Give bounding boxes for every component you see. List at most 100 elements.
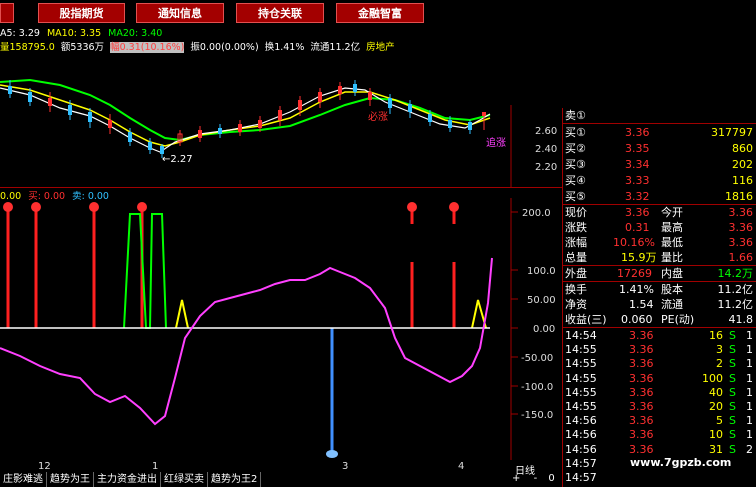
turnover-value: 1.41%	[619, 283, 654, 296]
change-label: 涨跌	[565, 221, 587, 234]
turnover-label: 换手	[565, 283, 587, 296]
tick-time: 14:55	[565, 371, 597, 385]
tick-row: 14:54 3.36 16 S 1	[563, 329, 756, 343]
pct-value: 10.16%	[613, 236, 655, 249]
buy-annotation: 必涨	[368, 110, 388, 123]
bottom-tab-bar: 庄影难逃 趋势为王 主力资金进出 红绿买卖 趋势为王2	[0, 472, 562, 487]
tick-time: 14:55	[565, 357, 597, 371]
tab-holdings[interactable]: 持仓关联	[236, 3, 324, 23]
buy2-volume: 860	[732, 142, 753, 155]
buy5-price: 3.32	[625, 190, 650, 203]
tick-side: S	[729, 442, 736, 456]
tick-volume: 31	[709, 442, 723, 456]
high-value: 3.36	[728, 221, 754, 234]
buy-row-2[interactable]: 买② 3.35 860	[563, 141, 756, 157]
ind-tick-2: 100.0	[527, 266, 556, 277]
buy5-volume: 1816	[725, 190, 753, 203]
tab-finance[interactable]: 金融智富	[336, 3, 424, 23]
x-tick-mar: 3	[342, 461, 349, 472]
tick-side: S	[729, 329, 736, 342]
change-value: 0.31	[625, 221, 650, 234]
zoom-out-button[interactable]: -	[534, 473, 538, 484]
inner-label: 内盘	[661, 267, 683, 280]
buy5-label: 买⑤	[565, 190, 586, 203]
buy2-label: 买②	[565, 142, 586, 155]
yellow-spikes	[175, 299, 189, 329]
tick-price: 3.36	[629, 400, 654, 413]
sell1-row: 卖①	[563, 108, 756, 124]
oscillator-line	[0, 257, 493, 426]
tick-count: 1	[746, 385, 753, 399]
tick-price: 3.36	[629, 428, 654, 442]
tick-price: 3.36	[629, 329, 654, 342]
buy-row-4[interactable]: 买④ 3.33 116	[563, 173, 756, 189]
tab-index-futures[interactable]: 股指期货	[38, 3, 125, 23]
candle-area: ←2.27 必涨 追涨	[0, 78, 506, 165]
tick-side: S	[729, 371, 736, 385]
tick-count: 1	[746, 414, 753, 428]
pe-label: PE(动)	[661, 313, 695, 326]
tab-partial[interactable]	[0, 3, 14, 23]
tick-volume: 16	[709, 329, 723, 342]
tick-side: S	[729, 357, 736, 371]
tick-row: 14:56 3.36 5 S 1	[563, 414, 756, 428]
stats-row-1: 换手 1.41% 股本 11.2亿	[563, 282, 756, 298]
stats-row-2: 净资 1.54 流通 11.2亿	[563, 297, 756, 313]
tick-side: S	[729, 428, 736, 442]
zoom-controls: + - 0	[512, 473, 555, 484]
tab-red-green[interactable]: 红绿买卖	[161, 472, 208, 487]
sell1-label: 卖①	[565, 109, 586, 122]
net-asset-label: 净资	[565, 298, 587, 311]
tick-row: 14:55 3.36 2 S 1	[563, 357, 756, 371]
ind-tick-7: -150.0	[521, 410, 553, 421]
price-tick-3: 2.20	[535, 162, 557, 173]
x-axis: 12 1 3 4	[0, 461, 510, 472]
tab-trend-king[interactable]: 趋势为王	[47, 472, 94, 487]
buy3-label: 买③	[565, 158, 586, 171]
pe-value: 41.8	[728, 313, 754, 326]
buy1-label: 买①	[565, 126, 586, 139]
tab-notices[interactable]: 通知信息	[136, 3, 224, 23]
tick-volume: 100	[702, 371, 723, 385]
tick-time: 14:57	[565, 456, 597, 470]
pct-label: 涨幅	[565, 236, 587, 249]
net-asset-value: 1.54	[629, 298, 654, 311]
tick-count: 1	[746, 400, 753, 413]
ind-tick-5: -50.00	[521, 353, 553, 364]
tick-count: 1	[746, 329, 753, 342]
quote-panel: 卖① 买① 3.36 317797 买② 3.35 860 买③ 3.34 20…	[562, 108, 756, 487]
outer-value: 17269	[617, 267, 652, 280]
low-label: 最低	[661, 236, 683, 249]
outer-inner-row: 外盘 17269 内盘 14.2万	[563, 266, 756, 282]
high-label: 最高	[661, 221, 683, 234]
tick-volume: 10	[709, 428, 723, 442]
tick-count: 1	[746, 357, 753, 371]
tab-trend-king-2[interactable]: 趋势为王2	[208, 472, 262, 487]
buy-row-5[interactable]: 买⑤ 3.32 1816	[563, 189, 756, 205]
tab-main-funds[interactable]: 主力资金进出	[94, 472, 161, 487]
tick-volume: 40	[709, 385, 723, 399]
float-shares-label: 流通	[661, 298, 683, 311]
tick-count: 1	[746, 428, 753, 442]
tick-count: 1	[746, 343, 753, 357]
zoom-in-button[interactable]: +	[512, 473, 520, 484]
open-value: 3.36	[728, 206, 754, 219]
watermark: www.7gpzb.com	[630, 456, 732, 469]
zoom-reset-button[interactable]: 0	[548, 473, 554, 484]
tick-side: S	[729, 414, 736, 428]
tick-time: 14:55	[565, 385, 597, 399]
ma20-label: MA20: 3.40	[108, 28, 163, 39]
x-tick-apr: 4	[458, 461, 465, 472]
ind-axis-ticks: 200.0 100.0 50.00 0.00 -50.00 -100.0 -15…	[511, 208, 556, 421]
tick-row: 14:56 3.36 31 S 2	[563, 443, 756, 457]
tick-time: 14:56	[565, 442, 597, 456]
tab-zhuangying[interactable]: 庄影难逃	[0, 472, 47, 487]
stats-row-3: 收益(三) 0.060 PE(动) 41.8	[563, 312, 756, 328]
buy-row-3[interactable]: 买③ 3.34 202	[563, 157, 756, 173]
buy-row-1[interactable]: 买① 3.36 317797	[563, 125, 756, 141]
tick-row: 14:57	[563, 471, 756, 485]
quote-row-4: 总量 15.9万 量比 1.66	[563, 250, 756, 266]
indicator-chart[interactable]: 200.0 100.0 50.00 0.00 -50.00 -100.0 -15…	[0, 198, 562, 460]
price-chart[interactable]: ←2.27 必涨 追涨 2.60 2.40 2.20	[0, 50, 562, 188]
tick-price: 3.36	[629, 414, 654, 428]
